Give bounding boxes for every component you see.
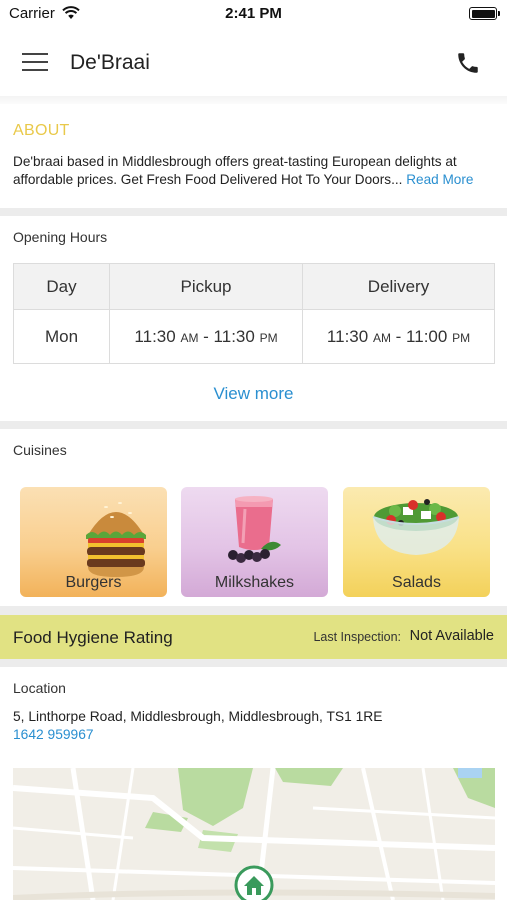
read-more-link[interactable]: Read More — [406, 172, 473, 187]
divider — [0, 96, 507, 104]
delivery-to: 11:00 — [406, 326, 448, 346]
cuisine-card-milkshakes[interactable]: Milkshakes — [181, 487, 328, 597]
about-title: ABOUT — [13, 122, 70, 139]
address-text: 5, Linthorpe Road, Middlesbrough, Middle… — [13, 709, 383, 724]
home-pin-icon[interactable] — [233, 864, 275, 900]
opening-hours-table: Day Pickup Delivery Mon 11:30 AM - 11:30… — [13, 262, 495, 364]
nav-bar: De'Braai — [0, 30, 507, 96]
page-title: De'Braai — [70, 51, 150, 74]
food-hygiene-title: Food Hygiene Rating — [13, 628, 173, 647]
divider — [0, 606, 507, 615]
last-inspection-label: Last Inspection: — [313, 630, 401, 644]
cuisine-label: Burgers — [65, 574, 122, 591]
phone-icon[interactable] — [455, 50, 481, 76]
pickup-to: 11:30 — [213, 326, 255, 346]
last-inspection-value: Not Available — [409, 628, 494, 644]
location-map[interactable] — [13, 768, 495, 900]
header-pickup: Pickup — [109, 262, 303, 311]
phone-number-link[interactable]: 1642 959967 — [13, 727, 94, 742]
row-delivery: 11:30 AM - 11:00 PM — [302, 309, 495, 364]
pickup-to-suffix: PM — [259, 330, 278, 345]
divider — [0, 659, 507, 667]
view-more-link[interactable]: View more — [0, 384, 507, 404]
delivery-from: 11:30 — [326, 326, 369, 346]
divider — [0, 208, 507, 216]
pickup-from-suffix: AM — [180, 330, 199, 345]
cuisine-card-burgers[interactable]: Burgers — [20, 487, 167, 597]
about-text: De'braai based in Middlesbrough offers g… — [13, 153, 498, 189]
status-bar: Carrier 2:41 PM — [0, 0, 507, 30]
cuisine-label: Salads — [392, 574, 441, 591]
row-day: Mon — [13, 309, 110, 364]
menu-icon[interactable] — [22, 53, 48, 73]
battery-icon — [469, 7, 500, 20]
pickup-from: 11:30 — [134, 326, 176, 346]
header-day: Day — [13, 262, 110, 311]
table-row: Mon 11:30 AM - 11:30 PM 11:30 AM - 11:00… — [13, 309, 495, 364]
delivery-from-suffix: AM — [372, 330, 391, 345]
row-pickup: 11:30 AM - 11:30 PM — [109, 309, 303, 364]
opening-hours-title: Opening Hours — [13, 229, 108, 245]
pickup-sep: - — [198, 326, 214, 346]
header-delivery: Delivery — [302, 262, 495, 311]
about-ellipsis: ... — [391, 172, 403, 187]
cuisine-card-salads[interactable]: Salads — [343, 487, 490, 597]
table-header-row: Day Pickup Delivery — [13, 262, 495, 311]
cuisines-title: Cuisines — [13, 442, 67, 458]
divider — [0, 421, 507, 429]
cuisine-label: Milkshakes — [214, 574, 295, 591]
food-hygiene-bar: Food Hygiene Rating Last Inspection: Not… — [0, 615, 507, 659]
delivery-to-suffix: PM — [452, 330, 471, 345]
status-time: 2:41 PM — [225, 5, 282, 22]
delivery-sep: - — [390, 326, 407, 346]
location-title: Location — [13, 680, 66, 696]
